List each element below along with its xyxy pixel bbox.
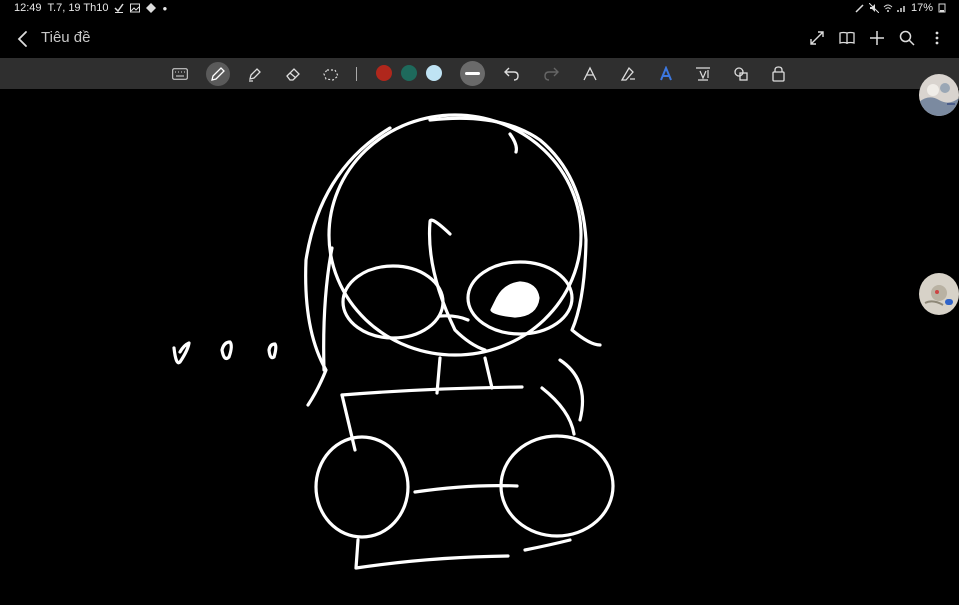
book-icon [839, 31, 855, 44]
more-vert-icon [935, 31, 939, 45]
plus-icon [870, 31, 884, 45]
highlighter-tool[interactable] [243, 62, 267, 86]
note-title[interactable]: Tiêu đề [41, 29, 90, 46]
undo-button[interactable] [500, 62, 524, 86]
pen-tool[interactable] [206, 62, 230, 86]
wifi-icon [883, 4, 893, 12]
eraser-icon [286, 68, 300, 81]
floating-thumbnail-2[interactable] [919, 273, 959, 315]
sketch-neck-right [483, 356, 494, 390]
back-button[interactable] [12, 28, 34, 50]
eraser-tool[interactable] [281, 62, 305, 86]
status-right: 17% [855, 2, 947, 14]
pen-icon [211, 67, 225, 81]
lock-layer-tool[interactable] [767, 62, 791, 86]
drawing-canvas[interactable] [0, 89, 959, 600]
more-options-button[interactable] [927, 27, 947, 49]
expand-icon [810, 31, 824, 45]
shape-pen-tool[interactable] [578, 62, 602, 86]
text-format-tool[interactable] [691, 62, 715, 86]
status-left: 12:49 T.7, 19 Th10 ● [14, 2, 167, 14]
sketch-body-right [540, 386, 576, 436]
lasso-icon [323, 69, 339, 81]
battery-level: 17% [910, 2, 933, 14]
sketch-scribble-3 [267, 342, 278, 360]
sketch-eye-highlight [490, 281, 540, 318]
text-pen-tool[interactable] [616, 62, 640, 86]
text-style-tool[interactable] [654, 62, 678, 86]
app-bar-actions [807, 27, 947, 49]
sketch-left-eye [341, 264, 445, 340]
lasso-tool[interactable] [319, 62, 343, 86]
pen-status-icon [855, 4, 864, 13]
sketch-scribble-1 [172, 341, 191, 365]
sketch-nose-bridge [438, 314, 470, 322]
undo-icon [504, 67, 519, 81]
sketch-drawing [172, 113, 615, 570]
text-style-icon [660, 66, 672, 81]
sketch-book-bottom [354, 538, 510, 570]
sketch-hair-strand [322, 246, 334, 372]
search-button[interactable] [897, 27, 917, 49]
book-view-button[interactable] [837, 27, 857, 49]
sketch-book-edge [523, 538, 572, 552]
redo-button[interactable] [539, 62, 563, 86]
chevron-left-icon [17, 31, 27, 47]
shapes-icon [734, 67, 748, 81]
status-date: T.7, 19 Th10 [47, 2, 109, 14]
color-swatch-lightblue[interactable] [426, 65, 442, 81]
app-bar: Tiêu đề [0, 22, 959, 56]
mute-icon [868, 3, 879, 13]
floating-thumbnail-1[interactable] [919, 74, 959, 116]
highlighter-icon [249, 68, 261, 82]
diamond-icon [146, 3, 157, 13]
image-icon [130, 3, 141, 13]
pen-thickness-button[interactable] [460, 61, 485, 86]
keyboard-tool[interactable] [168, 62, 192, 86]
drawing-toolbar [0, 58, 959, 89]
keyboard-icon [172, 68, 188, 80]
dot-icon: ● [162, 3, 168, 13]
pen-text-icon [620, 66, 635, 81]
sketch-shoulders [340, 385, 524, 397]
sketch-left-hand [314, 435, 410, 539]
expand-button[interactable] [807, 27, 827, 49]
color-swatch-red[interactable] [376, 65, 392, 81]
search-icon [899, 30, 915, 46]
thumbnail-image-icon [919, 74, 959, 116]
status-bar: 12:49 T.7, 19 Th10 ● 17% [0, 0, 959, 18]
add-button[interactable] [867, 27, 887, 49]
thumbnail-image-icon [919, 273, 959, 315]
sketch-strand [508, 132, 518, 154]
color-swatch-teal[interactable] [401, 65, 417, 81]
check-icon [114, 3, 125, 13]
battery-icon [938, 3, 946, 13]
status-time: 12:49 [14, 2, 42, 14]
toolbar-divider [356, 67, 357, 81]
sketch-head [327, 113, 583, 357]
sketch-scribble-2 [220, 340, 233, 361]
redo-icon [544, 67, 559, 81]
text-format-icon [696, 67, 710, 81]
shapes-tool[interactable] [729, 62, 753, 86]
lock-icon [772, 66, 785, 82]
signal-icon [897, 6, 905, 12]
pen-shape-icon [583, 66, 597, 81]
